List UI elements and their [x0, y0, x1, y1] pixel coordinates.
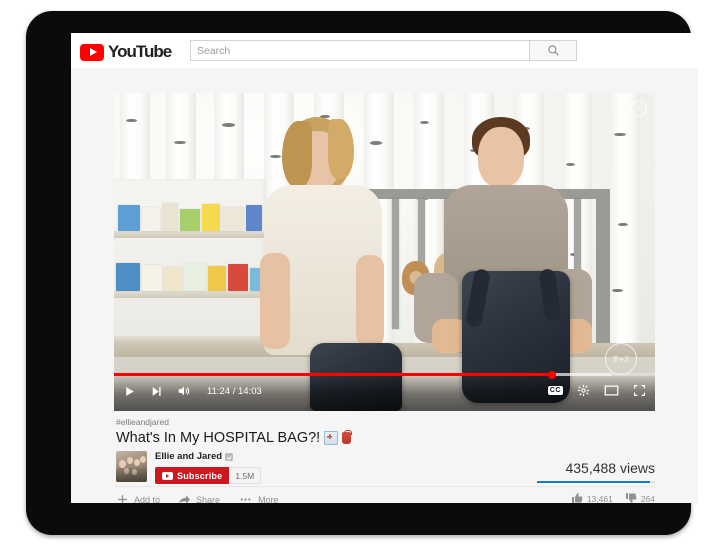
- search-bar: [190, 40, 577, 61]
- video-player[interactable]: i E+J 11:24 / 14:03 CC: [114, 93, 655, 411]
- more-label: More: [258, 494, 279, 504]
- thumbs-down-icon: [625, 492, 637, 503]
- progress-played: [114, 373, 553, 376]
- subscribe-button[interactable]: Subscribe: [155, 467, 230, 484]
- dislike-button[interactable]: 264: [625, 492, 655, 503]
- progress-bar[interactable]: [114, 370, 655, 379]
- view-count-block: 435,488 views: [455, 460, 655, 483]
- video-hashtag[interactable]: #ellieandjared: [116, 417, 655, 427]
- fullscreen-button[interactable]: [633, 384, 646, 397]
- add-to-button[interactable]: Add to: [116, 493, 160, 503]
- youtube-wordmark: YouTube: [108, 42, 172, 61]
- subscribe-row: Subscribe 1.5M: [155, 467, 262, 484]
- like-count: 13,461: [586, 494, 613, 503]
- share-label: Share: [196, 494, 221, 504]
- captions-button[interactable]: CC: [547, 386, 563, 395]
- handbag-emoji: [342, 430, 352, 444]
- time-display: 11:24 / 14:03: [207, 385, 262, 397]
- youtube-play-icon: [80, 43, 104, 61]
- channel-name[interactable]: Ellie and Jared: [155, 451, 222, 462]
- channel-name-row: Ellie and Jared: [155, 451, 261, 462]
- search-input[interactable]: [190, 40, 529, 61]
- like-button[interactable]: 13,461: [571, 492, 613, 503]
- search-icon: [547, 45, 559, 56]
- gear-icon: [577, 384, 590, 397]
- channel-text-block: Ellie and Jared Subscribe 1.5M: [155, 451, 262, 484]
- more-button[interactable]: More: [238, 493, 279, 503]
- divider: [114, 486, 655, 487]
- theater-mode-icon: [604, 385, 619, 396]
- play-button[interactable]: [123, 385, 136, 398]
- next-video-button[interactable]: [150, 385, 163, 398]
- plus-icon: [116, 493, 129, 503]
- volume-button[interactable]: [177, 384, 191, 398]
- search-button[interactable]: [529, 40, 577, 61]
- youtube-logo[interactable]: YouTube: [80, 42, 172, 62]
- theater-mode-button[interactable]: [604, 384, 619, 397]
- thumbs-up-icon: [571, 492, 583, 503]
- browser-viewport: YouTube Search i E+J 11:24 / 14:03 CC #e…: [71, 33, 698, 503]
- add-to-label: Add to: [134, 494, 161, 504]
- settings-button[interactable]: [577, 384, 590, 397]
- video-info-icon[interactable]: i: [630, 100, 647, 117]
- view-count: 435,488 views: [565, 460, 655, 476]
- subscriber-count: 1.5M: [229, 467, 262, 484]
- page-title: What's In My HOSPITAL BAG?!: [116, 429, 655, 447]
- verified-badge-icon: [225, 452, 234, 461]
- volume-icon: [178, 386, 190, 396]
- video-title-text: What's In My HOSPITAL BAG?!: [116, 430, 321, 446]
- youtube-header: YouTube: [71, 33, 698, 69]
- share-button[interactable]: Share: [178, 493, 220, 503]
- share-arrow-icon: [178, 493, 191, 503]
- like-dislike-block: 13,461 264: [571, 492, 655, 503]
- play-icon: [126, 386, 134, 396]
- video-frame: i E+J: [114, 93, 655, 411]
- rating-bar-fill: [537, 481, 651, 483]
- avatar[interactable]: [116, 451, 147, 482]
- video-metadata: #ellieandjared What's In My HOSPITAL BAG…: [114, 417, 655, 447]
- subscribe-label: Subscribe: [177, 470, 223, 481]
- hospital-emoji: [324, 431, 339, 445]
- dislike-count: 264: [640, 494, 655, 503]
- next-icon: [152, 386, 161, 396]
- device-bezel: YouTube Search i E+J 11:24 / 14:03 CC #e…: [26, 11, 698, 535]
- ellipsis-icon: [238, 493, 253, 503]
- progress-scrubber-handle[interactable]: [548, 370, 557, 379]
- video-actions: Add to Share More: [116, 493, 279, 503]
- fullscreen-icon: [634, 385, 645, 396]
- player-control-bar: 11:24 / 14:03 CC: [114, 370, 655, 411]
- subscribe-play-icon: [162, 471, 173, 480]
- watch-page-body: i E+J 11:24 / 14:03 CC #ellieandjared Wh…: [71, 68, 698, 503]
- channel-watermark[interactable]: E+J: [605, 343, 637, 375]
- bookshelf: [114, 179, 266, 343]
- rating-bar: [537, 481, 655, 483]
